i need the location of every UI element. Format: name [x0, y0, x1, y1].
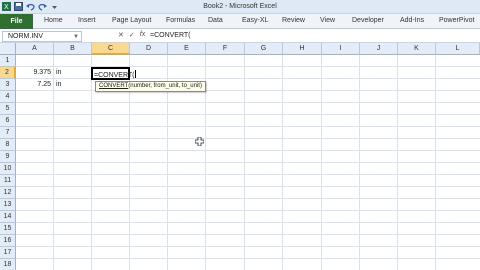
- formula-bar: NORM.INV ▼ ✕ ✓ fx =CONVERT(: [0, 30, 480, 43]
- gridline: [244, 55, 245, 270]
- tab-easy-xl[interactable]: Easy-XL: [242, 17, 268, 24]
- gridline: [397, 55, 398, 270]
- name-box[interactable]: NORM.INV ▼: [2, 31, 82, 42]
- tab-file[interactable]: File: [0, 14, 33, 29]
- formula-input[interactable]: =CONVERT(: [148, 31, 478, 42]
- row-header-4[interactable]: 4: [0, 91, 16, 103]
- gridline: [16, 102, 480, 103]
- tab-powerpivot[interactable]: PowerPivot: [439, 17, 474, 24]
- active-cell-c2[interactable]: =CONVERT(: [91, 67, 136, 80]
- chevron-down-icon[interactable]: ▼: [73, 33, 79, 42]
- row-header-5[interactable]: 5: [0, 103, 16, 115]
- row-header-9[interactable]: 9: [0, 151, 16, 163]
- cell-b3[interactable]: in: [56, 81, 61, 88]
- column-header-j[interactable]: J: [360, 43, 398, 55]
- ribbon-tabs: File Home Insert Page Layout Formulas Da…: [0, 14, 480, 29]
- gridline: [16, 246, 480, 247]
- tab-review[interactable]: Review: [282, 17, 305, 24]
- gridline: [16, 90, 480, 91]
- cell-a3[interactable]: 7.25: [16, 81, 51, 88]
- row-header-15[interactable]: 15: [0, 223, 16, 235]
- row-header-13[interactable]: 13: [0, 199, 16, 211]
- column-header-g[interactable]: G: [245, 43, 283, 55]
- tab-developer[interactable]: Developer: [352, 17, 384, 24]
- cell-c2-text: =CONVERT(: [94, 70, 136, 79]
- gridline: [16, 78, 480, 79]
- gridline: [16, 174, 480, 175]
- title-bar: X Book2 - Microsoft Excel: [0, 0, 480, 14]
- gridline: [359, 55, 360, 270]
- formula-buttons: ✕ ✓ fx: [118, 31, 145, 39]
- row-header-16[interactable]: 16: [0, 235, 16, 247]
- gridline: [91, 55, 92, 270]
- tooltip-arguments: (number, from_unit, to_unit): [128, 83, 202, 89]
- row-header-12[interactable]: 12: [0, 187, 16, 199]
- gridline: [16, 222, 480, 223]
- tab-add-ins[interactable]: Add-Ins: [400, 17, 424, 24]
- cell-a2[interactable]: 9.375: [16, 69, 51, 76]
- gridline: [16, 198, 480, 199]
- select-all-button[interactable]: [0, 43, 16, 55]
- worksheet-grid[interactable]: A B C D E F G H I J K L 1 2 3 4 5 6 7 8 …: [0, 43, 480, 270]
- gridline: [16, 210, 480, 211]
- text-caret: [134, 70, 136, 78]
- gridline: [435, 55, 436, 270]
- column-header-f[interactable]: F: [206, 43, 245, 55]
- gridline: [16, 150, 480, 151]
- row-header-14[interactable]: 14: [0, 211, 16, 223]
- tab-home[interactable]: Home: [44, 17, 63, 24]
- window-title: Book2 - Microsoft Excel: [203, 3, 277, 10]
- row-header-8[interactable]: 8: [0, 139, 16, 151]
- gridline: [16, 186, 480, 187]
- row-header-10[interactable]: 10: [0, 163, 16, 175]
- gridline: [282, 55, 283, 270]
- column-header-e[interactable]: E: [168, 43, 206, 55]
- gridline: [16, 138, 480, 139]
- gridline: [16, 66, 480, 67]
- tab-data[interactable]: Data: [208, 17, 223, 24]
- gridline: [16, 114, 480, 115]
- column-header-l[interactable]: L: [436, 43, 480, 55]
- tooltip-function-name[interactable]: CONVERT: [99, 83, 128, 89]
- row-header-18[interactable]: 18: [0, 259, 16, 270]
- gridline: [16, 162, 480, 163]
- column-header-d[interactable]: D: [130, 43, 168, 55]
- name-box-value: NORM.INV: [8, 33, 43, 40]
- mouse-cursor-icon: [194, 136, 205, 147]
- row-header-2[interactable]: 2: [0, 67, 16, 79]
- gridline: [53, 55, 54, 270]
- tab-view[interactable]: View: [320, 17, 335, 24]
- column-header-b[interactable]: B: [54, 43, 92, 55]
- column-header-k[interactable]: K: [398, 43, 436, 55]
- enter-formula-button[interactable]: ✓: [129, 31, 135, 39]
- row-header-1[interactable]: 1: [0, 55, 16, 67]
- cancel-formula-button[interactable]: ✕: [118, 31, 124, 39]
- gridline: [16, 234, 480, 235]
- gridline: [16, 126, 480, 127]
- row-header-3[interactable]: 3: [0, 79, 16, 91]
- gridline: [16, 258, 480, 259]
- row-header-6[interactable]: 6: [0, 115, 16, 127]
- function-tooltip: CONVERT(number, from_unit, to_unit): [95, 81, 206, 92]
- cell-b2[interactable]: in: [56, 69, 61, 76]
- column-header-i[interactable]: I: [322, 43, 360, 55]
- column-header-h[interactable]: H: [283, 43, 322, 55]
- tab-page-layout[interactable]: Page Layout: [112, 17, 151, 24]
- insert-function-button[interactable]: fx: [140, 31, 145, 39]
- column-header-c[interactable]: C: [92, 43, 130, 55]
- row-header-11[interactable]: 11: [0, 175, 16, 187]
- gridline: [321, 55, 322, 270]
- tab-insert[interactable]: Insert: [78, 17, 96, 24]
- row-header-7[interactable]: 7: [0, 127, 16, 139]
- column-header-a[interactable]: A: [16, 43, 54, 55]
- cell-c2-formula: =CONVERT(: [94, 72, 135, 79]
- tab-formulas[interactable]: Formulas: [166, 17, 195, 24]
- row-header-17[interactable]: 17: [0, 247, 16, 259]
